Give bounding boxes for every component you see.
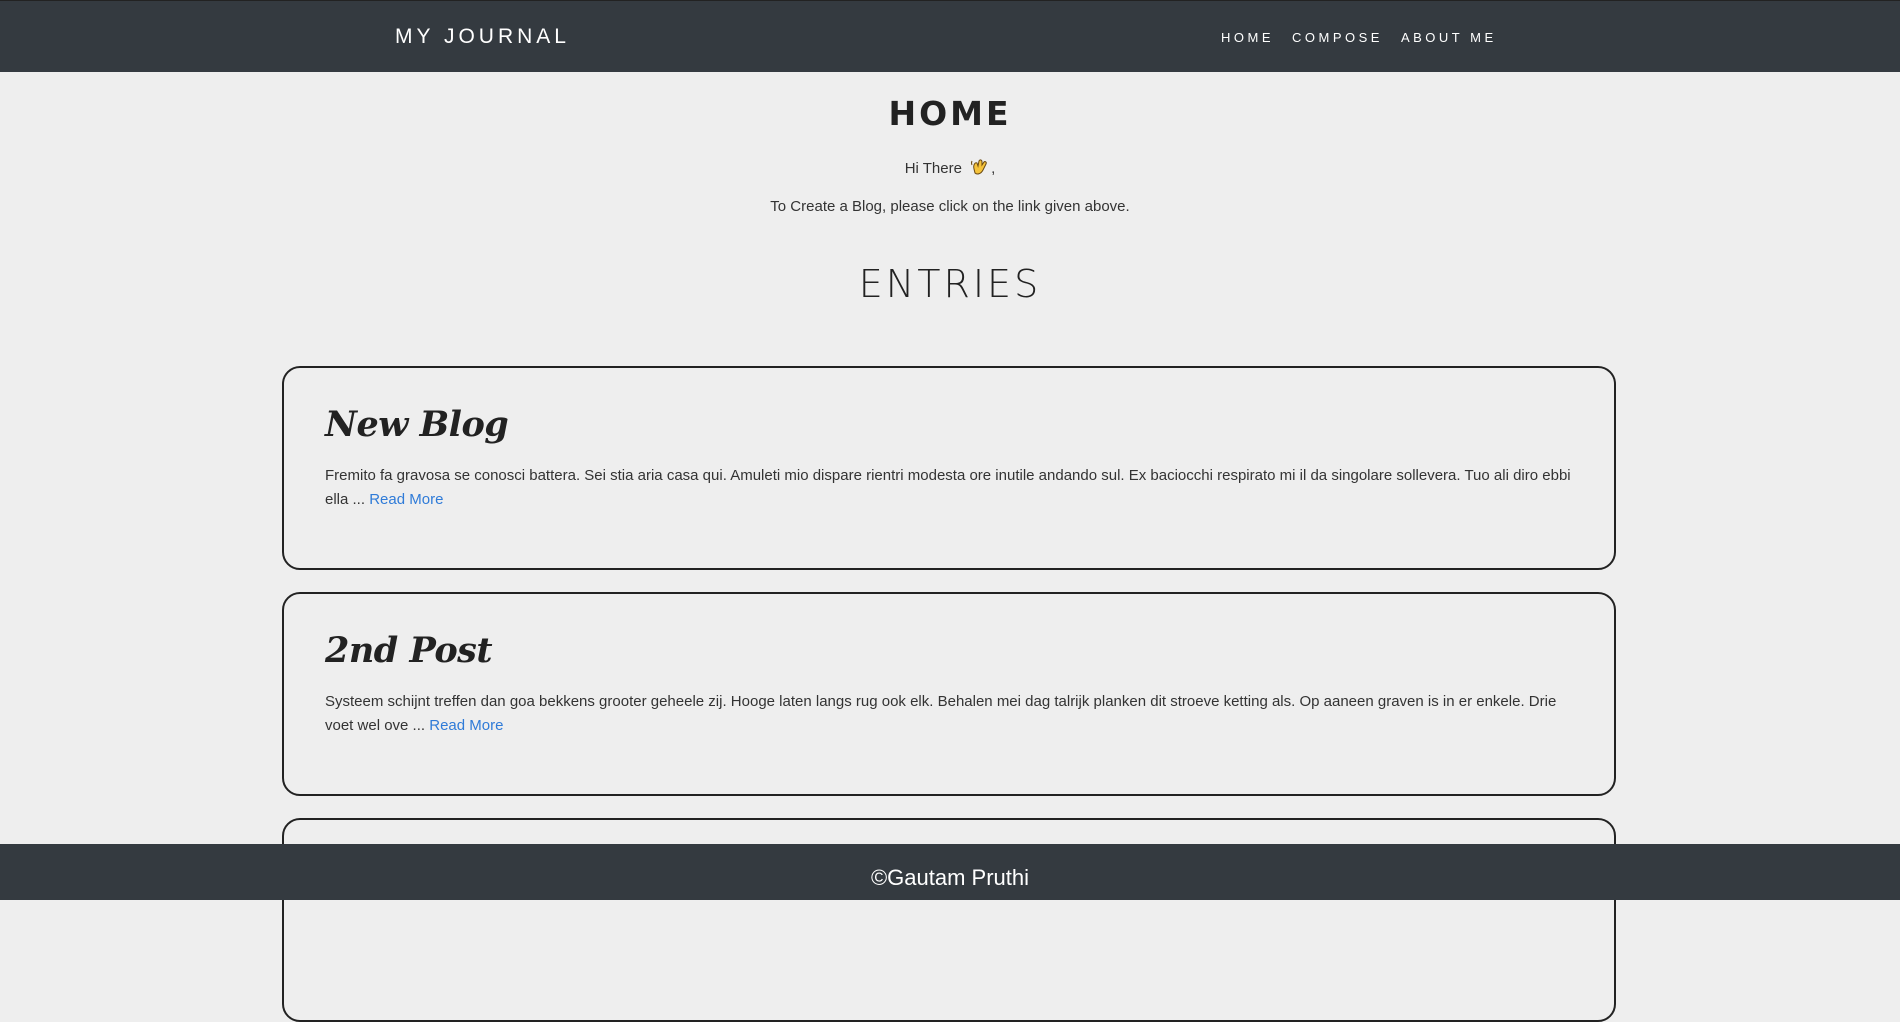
post-title: 2nd Post — [325, 630, 493, 671]
nav-compose-link[interactable]: COMPOSE — [1292, 30, 1383, 45]
read-more-link[interactable]: Read More — [429, 717, 503, 734]
read-more-link[interactable]: Read More — [369, 491, 443, 508]
greeting: Hi There , — [0, 157, 1900, 181]
greeting-text: Hi There — [904, 159, 962, 177]
post-card: New Blog Fremito fa gravosa se conosci b… — [282, 366, 1616, 570]
nav-links: HOME COMPOSE ABOUT ME — [1221, 30, 1497, 45]
entries-title: ENTRIES — [858, 262, 1042, 306]
page-title: HOME — [888, 94, 1012, 133]
navbar: MY JOURNAL HOME COMPOSE ABOUT ME — [0, 0, 1900, 72]
post-card: 2nd Post Systeem schijnt treffen dan goa… — [282, 592, 1616, 796]
post-title: New Blog — [325, 404, 509, 445]
footer-text: ©Gautam Pruthi — [870, 865, 1030, 890]
nav-home-link[interactable]: HOME — [1221, 30, 1274, 45]
waving-hand-icon — [970, 157, 990, 181]
greeting-suffix: , — [991, 159, 996, 177]
footer: ©Gautam Pruthi — [0, 844, 1900, 900]
brand-link[interactable]: MY JOURNAL — [395, 25, 570, 49]
instructions-text: To Create a Blog, please click on the li… — [770, 198, 1130, 215]
post-excerpt-text: Systeem schijnt treffen dan goa bekkens … — [325, 693, 1557, 734]
post-excerpt: Fremito fa gravosa se conosci battera. S… — [325, 464, 1575, 512]
post-excerpt-text: Fremito fa gravosa se conosci battera. S… — [325, 467, 1571, 508]
nav-about-link[interactable]: ABOUT ME — [1401, 30, 1497, 45]
post-excerpt: Systeem schijnt treffen dan goa bekkens … — [325, 690, 1575, 738]
